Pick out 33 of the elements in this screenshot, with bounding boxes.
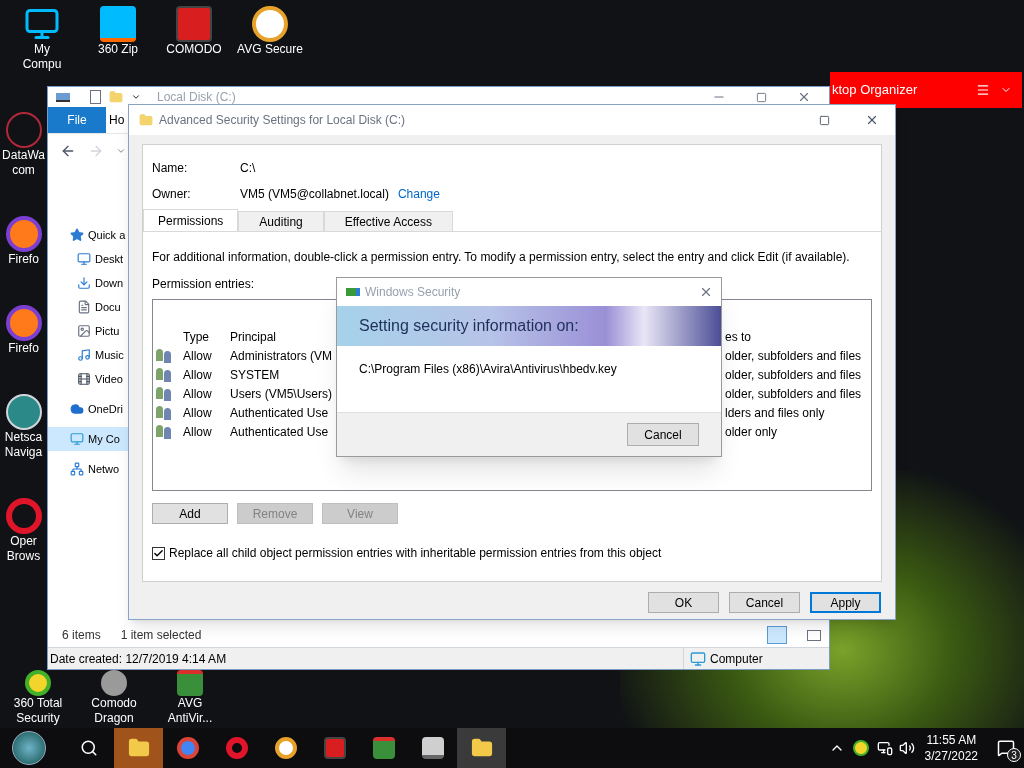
name-label: Name: [152, 160, 189, 177]
table-cell-text: Allow [182, 385, 213, 403]
selection-count: 1 item selected [120, 627, 202, 644]
window-title: Local Disk (C:) [157, 89, 236, 106]
table-cell-text: older, subfolders and files [725, 347, 863, 365]
name-value: C:\ [240, 160, 256, 177]
description-text: For additional information, double-click a permission entry. To modify a permission entry, select the entry and click Edit (if available). [152, 249, 851, 266]
item-count: 6 items [62, 627, 101, 644]
dialog-title: Windows Security [365, 284, 461, 301]
table-cell-text: older, subfolders and files [725, 385, 863, 403]
notification-badge: 3 [1007, 748, 1021, 762]
table-cell-text: Users (VM5\Users) [230, 385, 333, 403]
table-cell-text: Allow [182, 404, 213, 422]
table-cell-text: Allow [182, 366, 213, 384]
table-cell-text: Authenticated Use [230, 423, 330, 441]
owner-value: VM5 (VM5@collabnet.local) [240, 186, 389, 203]
table-cell-text: Authenticated Use [230, 404, 330, 422]
date-created-text: Date created: 12/7/2019 4:14 AM [50, 650, 227, 668]
dialog-title: Advanced Security Settings for Local Disk (C:) [159, 112, 406, 129]
organizer-title: ktop Organizer [832, 81, 918, 100]
checkbox-label: Replace all child object permission entries with inheritable permission entries from this object [169, 545, 662, 562]
table-cell-text: Administrators (VM [230, 347, 334, 365]
table-cell-text: Allow [182, 423, 213, 441]
table-cell-text: lders and files only [725, 404, 826, 422]
table-cell-text: Allow [182, 347, 213, 365]
location-text: Computer [710, 650, 763, 668]
table-cell-text: older, subfolders and files [725, 366, 863, 384]
table-cell-text: older only [725, 423, 779, 441]
banner-heading: Setting security information on: [359, 316, 579, 336]
owner-label: Owner: [152, 186, 192, 203]
entries-label: Permission entries: [152, 276, 255, 293]
file-path: C:\Program Files (x86)\Avira\Antivirus\hbedv.key [359, 362, 617, 376]
table-cell-text: SYSTEM [230, 366, 281, 384]
